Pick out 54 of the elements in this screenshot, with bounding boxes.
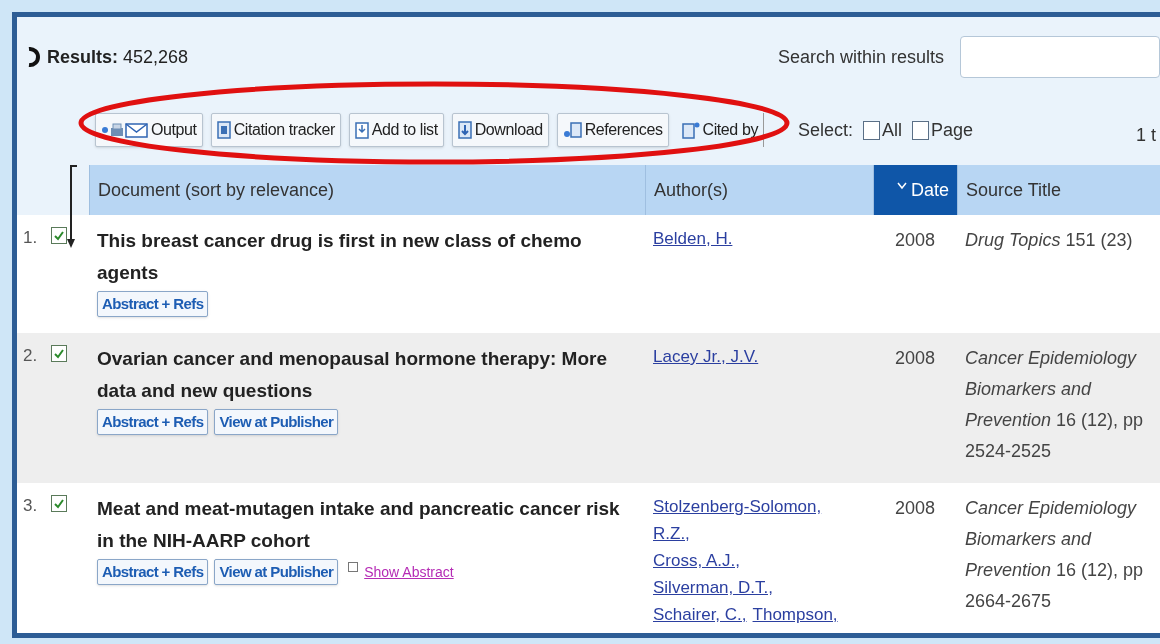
select-label: Select: [798,118,854,142]
toolbar-button[interactable]: Download [451,113,549,147]
document-title: Ovarian cancer and menopausal hormone therapy: More data and new questions [97,347,608,403]
row-checkbox[interactable] [51,345,67,362]
action-button[interactable]: Abstract + Refs [97,409,209,435]
toolbar-button[interactable]: References [556,113,669,147]
row-checkbox[interactable] [51,227,67,244]
source-title-cell-text: Drug Topics 151 (23) [964,229,1134,252]
row-checkbox[interactable] [51,495,67,512]
author-link[interactable]: Cross, A.J., [653,547,740,574]
row-number: 1. [23,227,39,249]
refresh-icon[interactable] [27,46,41,68]
select-checkbox[interactable]: Page [912,116,974,144]
author-link[interactable]: Schairer, C., [653,601,747,628]
select-checkbox[interactable]: All [863,116,903,144]
print-mail-icon [101,121,149,139]
document-icon [216,121,231,139]
toolbar-button[interactable]: Citation tracker [210,113,341,147]
date-cell-text: 2008 [894,347,937,370]
toolbar-button[interactable]: Cited by [676,113,764,147]
clipboard-icon [354,121,369,139]
action-button[interactable]: Abstract + Refs [97,559,209,585]
document-icon [681,121,700,139]
expand-icon[interactable] [348,562,359,572]
action-button[interactable]: View at Publisher [214,409,339,435]
author-link[interactable]: Belden, H. [653,225,733,252]
source-title-cell-text: Cancer Epidemiology Biomarkers and Prevention 16 (12), pp 2524-2525 [964,347,1145,463]
action-button[interactable]: Abstract + Refs [97,291,209,317]
column-header[interactable]: Document (sort by relevance) [89,165,645,215]
row-number: 3. [23,495,39,517]
column-header[interactable]: Source Title [957,165,1160,215]
sort-chevron-icon [896,182,907,190]
author-link[interactable]: Stolzenberg-Solomon, R.Z., [653,493,861,547]
author-link[interactable]: Thompson, [752,601,838,628]
page-range-text: 1 t [1136,123,1156,147]
search-field[interactable] [960,36,1160,78]
column-header[interactable]: Date [873,165,957,215]
date-cell-text: 2008 [894,229,937,252]
document-title: Meat and meat-mutagen intake and pancreatic cancer risk in the NIH-AARP cohort [97,497,621,553]
action-button[interactable]: View at Publisher [214,559,339,585]
author-link[interactable]: Silverman, D.T., [653,574,773,601]
document-title: This breast cancer drug is first in new class of chemo agents [97,229,583,285]
date-cell-text: 2008 [894,497,937,520]
results-count: Results: 452,268 [47,45,189,69]
toolbar-button[interactable]: Output [95,113,203,147]
search-label: Search within results [777,45,944,69]
download-icon [457,121,472,139]
toolbar-button[interactable]: Add to list [348,113,444,147]
show-abstract-link[interactable]: Show Abstract [364,561,454,583]
column-header[interactable]: Author(s) [645,165,873,215]
source-title-cell-text: Cancer Epidemiology Biomarkers and Prevention 16 (12), pp 2664-2675 [964,497,1145,613]
documents-icon [562,121,583,139]
author-link[interactable]: Lacey Jr., J.V. [653,343,759,370]
row-number: 2. [23,345,39,367]
